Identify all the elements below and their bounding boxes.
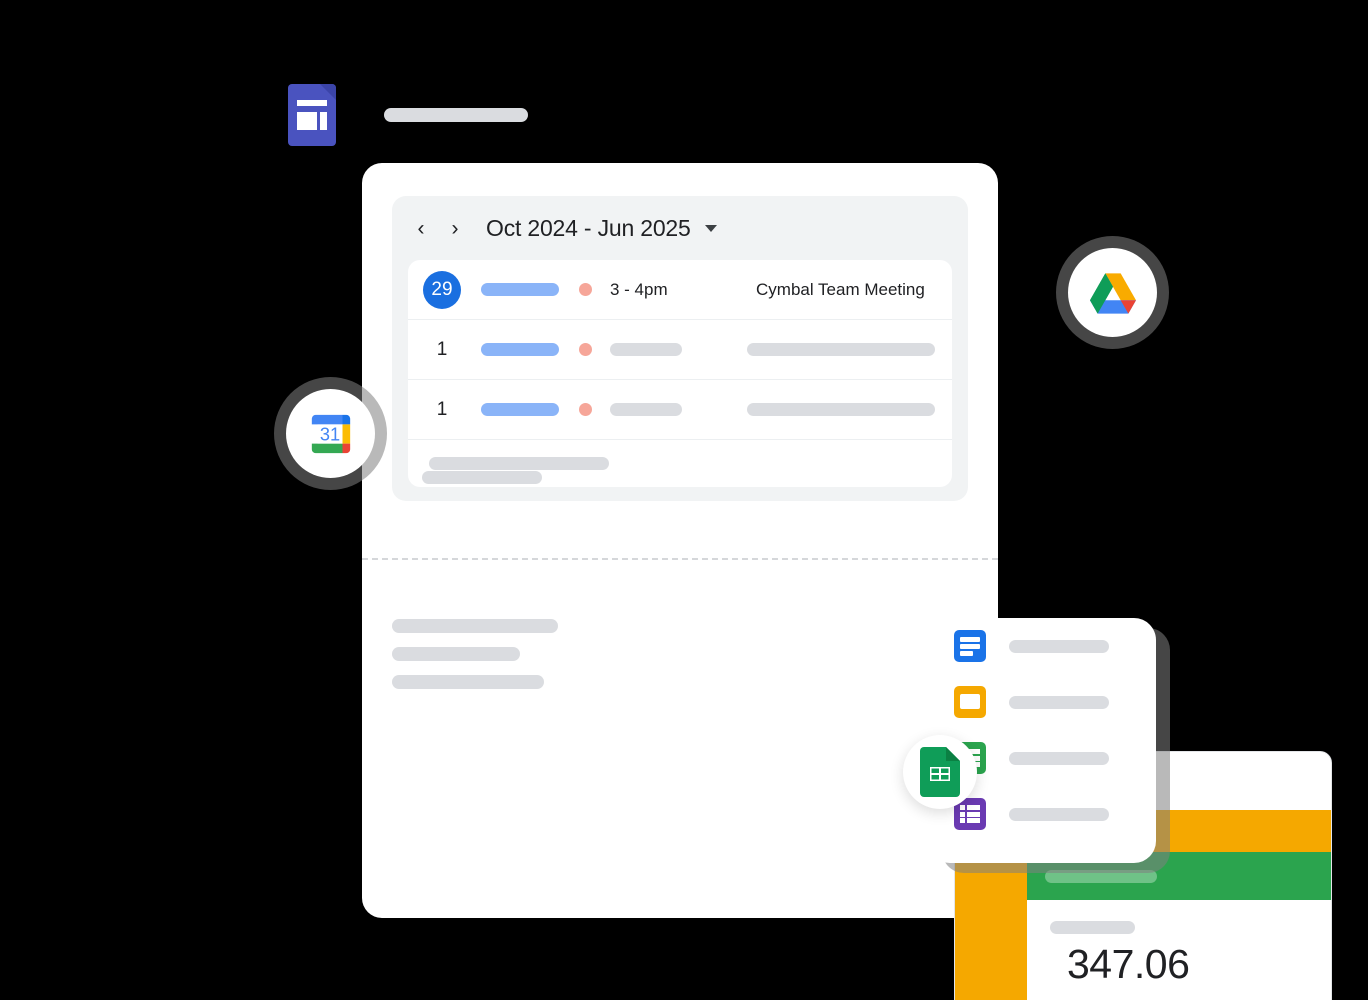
google-calendar-chip[interactable]: 31 (286, 389, 375, 478)
slides-presentation-icon (954, 686, 986, 718)
event-title-placeholder (747, 403, 935, 416)
event-bar-placeholder (481, 343, 559, 356)
screenshot-root: ‹ › Oct 2024 - Jun 2025 29 3 - 4pm Cymba… (0, 0, 1368, 1000)
event-time: 3 - 4pm (610, 279, 668, 299)
body-line-2 (392, 647, 520, 661)
list-item[interactable] (928, 674, 1156, 730)
calendar-header: ‹ › Oct 2024 - Jun 2025 (392, 196, 968, 260)
footer-text-placeholder (429, 457, 609, 470)
event-title-placeholder (747, 343, 935, 356)
main-document-card: ‹ › Oct 2024 - Jun 2025 29 3 - 4pm Cymba… (362, 163, 1332, 1000)
caret-down-icon[interactable] (704, 224, 717, 232)
docs-text-icon (954, 630, 986, 662)
svg-text:31: 31 (319, 424, 339, 444)
metric-value: 347.06 (1067, 941, 1190, 987)
file-name-placeholder (1009, 751, 1109, 765)
google-drive-chip[interactable] (1068, 248, 1157, 337)
event-bar-placeholder (481, 403, 559, 416)
slides-header-row (288, 84, 528, 146)
chart-green-label-placeholder (1045, 870, 1157, 883)
event-time-placeholder (610, 403, 682, 416)
event-status-dot (579, 403, 592, 416)
body-text-placeholders (392, 619, 558, 689)
file-name-placeholder (1009, 807, 1109, 821)
google-sheets-chip[interactable] (903, 735, 977, 809)
event-bar-placeholder (481, 283, 559, 296)
body-line-1 (392, 619, 558, 633)
list-item[interactable] (928, 618, 1156, 674)
file-name-placeholder (1009, 639, 1109, 653)
table-row[interactable]: 29 3 - 4pm Cymbal Team Meeting (408, 260, 952, 320)
chevron-right-icon[interactable]: › (438, 211, 472, 245)
section-divider (362, 558, 998, 560)
files-list-panel (928, 618, 1156, 863)
calendar-footer-placeholder (422, 471, 542, 484)
metric-label-placeholder (1050, 921, 1135, 934)
file-name-placeholder (1009, 695, 1109, 709)
body-line-3 (392, 675, 544, 689)
event-status-dot (579, 283, 592, 296)
google-calendar-icon: 31 (311, 414, 350, 453)
slides-title-placeholder (384, 108, 528, 122)
calendar-range-label: Oct 2024 - Jun 2025 (486, 214, 691, 241)
event-day-badge: 1 (436, 398, 448, 420)
google-slides-icon (288, 84, 336, 146)
chevron-left-icon[interactable]: ‹ (404, 211, 438, 245)
google-sheets-icon (920, 747, 960, 797)
table-row[interactable]: 1 (408, 320, 952, 380)
event-time-placeholder (610, 343, 682, 356)
event-day-badge: 29 (423, 270, 461, 309)
event-title: Cymbal Team Meeting (756, 279, 925, 299)
google-drive-icon (1089, 272, 1136, 314)
event-status-dot (579, 343, 592, 356)
event-day-badge: 1 (436, 338, 448, 360)
calendar-panel: ‹ › Oct 2024 - Jun 2025 29 3 - 4pm Cymba… (392, 196, 968, 501)
event-list: 29 3 - 4pm Cymbal Team Meeting 1 1 (408, 260, 952, 487)
table-row[interactable]: 1 (408, 380, 952, 440)
